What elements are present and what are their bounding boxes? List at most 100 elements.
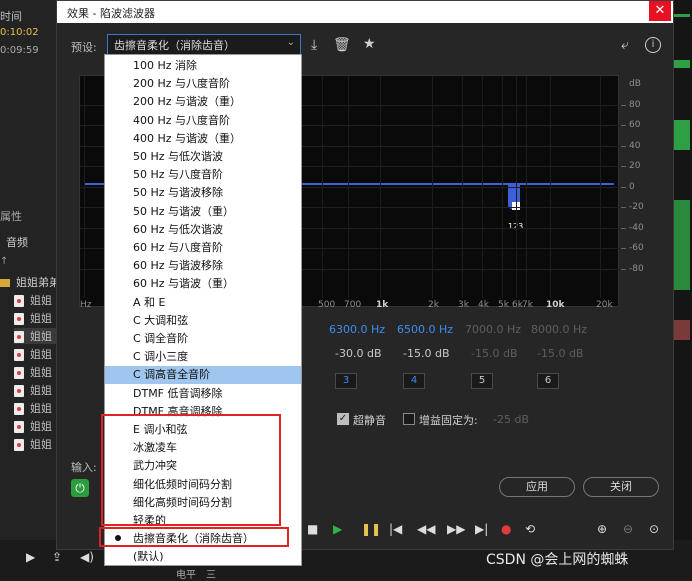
info-icon[interactable]: i bbox=[645, 37, 661, 53]
file-item[interactable]: 姐姐 bbox=[14, 346, 62, 362]
volume-icon[interactable]: ◀) bbox=[80, 550, 94, 564]
dropdown-option[interactable]: 400 Hz 与谐波（重） bbox=[105, 130, 301, 148]
audio-file-icon bbox=[14, 295, 24, 307]
close-dialog-button[interactable]: 关闭 bbox=[583, 477, 659, 497]
y-axis-label: 20 bbox=[629, 161, 641, 171]
y-axis-tick bbox=[621, 186, 626, 188]
menu-icon[interactable]: 三 bbox=[206, 566, 216, 581]
file-item[interactable]: 姐姐 bbox=[14, 364, 62, 380]
record-icon[interactable]: ● bbox=[501, 522, 511, 536]
pause-icon[interactable]: ❚❚ bbox=[361, 522, 381, 536]
y-axis-tick bbox=[621, 104, 626, 106]
dropdown-option[interactable]: 60 Hz 与低次谐波 bbox=[105, 221, 301, 239]
grid-line bbox=[502, 76, 503, 298]
loop-icon[interactable]: ⟲ bbox=[525, 522, 535, 536]
zoom-in-icon[interactable]: ⊕ bbox=[597, 522, 607, 536]
dropdown-option[interactable]: DTMF 低音调移除 bbox=[105, 385, 301, 403]
preset-select[interactable]: 齿擦音柔化（消除齿音） ⌄ bbox=[107, 34, 301, 55]
dropdown-option[interactable]: C 调全音阶 bbox=[105, 330, 301, 348]
zoom-full-icon[interactable]: ⊙ bbox=[649, 522, 659, 536]
y-axis-tick bbox=[621, 248, 626, 249]
band-5-gain[interactable]: -15.0 dB bbox=[471, 347, 518, 360]
play-icon[interactable]: ▶ bbox=[333, 522, 342, 536]
file-item[interactable]: 姐姐 bbox=[14, 292, 62, 308]
grid-line bbox=[482, 76, 483, 298]
dropdown-option[interactable]: 100 Hz 消除 bbox=[105, 57, 301, 75]
dropdown-option[interactable]: 50 Hz 与谐波移除 bbox=[105, 184, 301, 202]
y-axis-label: dB bbox=[629, 79, 641, 89]
dropdown-option[interactable]: 60 Hz 与谐波（重） bbox=[105, 275, 301, 293]
skip-back-icon[interactable]: |◀ bbox=[389, 522, 402, 536]
titlebar: 效果 - 陷波滤波器 ✕ bbox=[57, 1, 673, 23]
dropdown-option[interactable]: (默认) bbox=[105, 548, 301, 566]
band-4-gain[interactable]: -15.0 dB bbox=[403, 347, 450, 360]
band-4-frequency[interactable]: 6500.0 Hz bbox=[397, 323, 453, 336]
band-6-frequency[interactable]: 8000.0 Hz bbox=[531, 323, 587, 336]
band-5-frequency[interactable]: 7000.0 Hz bbox=[465, 323, 521, 336]
y-axis-tick bbox=[621, 125, 626, 126]
dropdown-option[interactable]: 60 Hz 与八度音阶 bbox=[105, 239, 301, 257]
grid-line bbox=[348, 76, 349, 298]
band-6-toggle[interactable]: 6 bbox=[537, 373, 559, 389]
file-item[interactable]: 姐姐 bbox=[14, 310, 62, 326]
audio-file-icon bbox=[14, 313, 24, 325]
marker-time-1[interactable]: 0:10:02 bbox=[0, 27, 39, 38]
dropdown-option[interactable]: 50 Hz 与低次谐波 bbox=[105, 148, 301, 166]
fixed-gain-checkbox[interactable] bbox=[403, 413, 415, 425]
dropdown-option[interactable]: 50 Hz 与八度音阶 bbox=[105, 166, 301, 184]
power-icon[interactable]: ⏻ bbox=[71, 479, 89, 497]
y-axis-label: 60 bbox=[629, 120, 641, 130]
band-5-toggle[interactable]: 5 bbox=[471, 373, 493, 389]
close-button[interactable]: ✕ bbox=[649, 1, 671, 21]
x-axis-label: 2k bbox=[428, 300, 439, 310]
dropdown-option[interactable]: 400 Hz 与八度音阶 bbox=[105, 112, 301, 130]
fast-forward-icon[interactable]: ▶▶ bbox=[447, 522, 465, 536]
dropdown-option[interactable]: 60 Hz 与谐波移除 bbox=[105, 257, 301, 275]
zoom-out-icon[interactable]: ⊖ bbox=[623, 522, 633, 536]
skip-forward-icon[interactable]: ▶| bbox=[475, 522, 488, 536]
file-item[interactable]: 姐姐 bbox=[14, 328, 62, 344]
file-item[interactable]: 姐姐 bbox=[14, 400, 62, 416]
file-label: 姐姐 bbox=[30, 438, 52, 451]
up-arrow-icon[interactable]: ↑ bbox=[0, 256, 8, 267]
dropdown-option[interactable]: 200 Hz 与谐波（重） bbox=[105, 93, 301, 111]
y-axis-tick bbox=[621, 207, 626, 208]
file-item[interactable]: 姐姐 bbox=[14, 436, 62, 452]
apply-button[interactable]: 应用 bbox=[499, 477, 575, 497]
trash-icon[interactable]: 🗑 bbox=[333, 37, 351, 53]
band-3-toggle[interactable]: 3 bbox=[335, 373, 357, 389]
file-item[interactable]: 姐姐 bbox=[14, 382, 62, 398]
dropdown-option[interactable]: 200 Hz 与八度音阶 bbox=[105, 75, 301, 93]
audio-file-icon bbox=[14, 421, 24, 433]
file-item[interactable]: 姐姐 bbox=[14, 418, 62, 434]
band-4-toggle[interactable]: 4 bbox=[403, 373, 425, 389]
grid-line bbox=[526, 76, 527, 298]
play-icon[interactable]: ▶ bbox=[26, 550, 35, 564]
band-3-gain[interactable]: -30.0 dB bbox=[335, 347, 382, 360]
star-icon[interactable]: ★ bbox=[363, 36, 376, 52]
export-icon[interactable]: ⇪ bbox=[52, 550, 62, 564]
route-icon[interactable]: ⤶ bbox=[621, 37, 629, 53]
preset-value: 齿擦音柔化（消除齿音） bbox=[114, 39, 235, 52]
dropdown-option-label: 200 Hz 与八度音阶 bbox=[133, 77, 231, 91]
dropdown-option[interactable]: 50 Hz 与谐波（重） bbox=[105, 203, 301, 221]
time-column-header: 时间 bbox=[0, 10, 22, 23]
stop-icon[interactable]: ■ bbox=[307, 522, 318, 536]
super-mute-checkbox[interactable]: ✓ bbox=[337, 413, 349, 425]
band-6-gain[interactable]: -15.0 dB bbox=[537, 347, 584, 360]
x-axis-label: 7k bbox=[522, 300, 533, 310]
download-icon[interactable]: ⤓ bbox=[311, 37, 317, 53]
dropdown-option[interactable]: C 调小三度 bbox=[105, 348, 301, 366]
band-3-frequency[interactable]: 6300.0 Hz bbox=[329, 323, 385, 336]
dropdown-option-label: C 调小三度 bbox=[133, 350, 189, 364]
marker-time-2[interactable]: 0:09:59 bbox=[0, 45, 39, 56]
folder-item[interactable]: 姐姐弟弟 bbox=[0, 274, 62, 290]
audio-file-icon bbox=[14, 403, 24, 415]
dropdown-option[interactable]: C 调高音全音阶 bbox=[105, 366, 301, 385]
audio-file-icon bbox=[14, 331, 24, 343]
rewind-icon[interactable]: ◀◀ bbox=[417, 522, 435, 536]
dropdown-option[interactable]: C 大调和弦 bbox=[105, 312, 301, 330]
dropdown-option-label: 60 Hz 与低次谐波 bbox=[133, 222, 224, 236]
file-label: 姐姐 bbox=[30, 420, 52, 433]
dropdown-option[interactable]: A 和 E bbox=[105, 294, 301, 312]
